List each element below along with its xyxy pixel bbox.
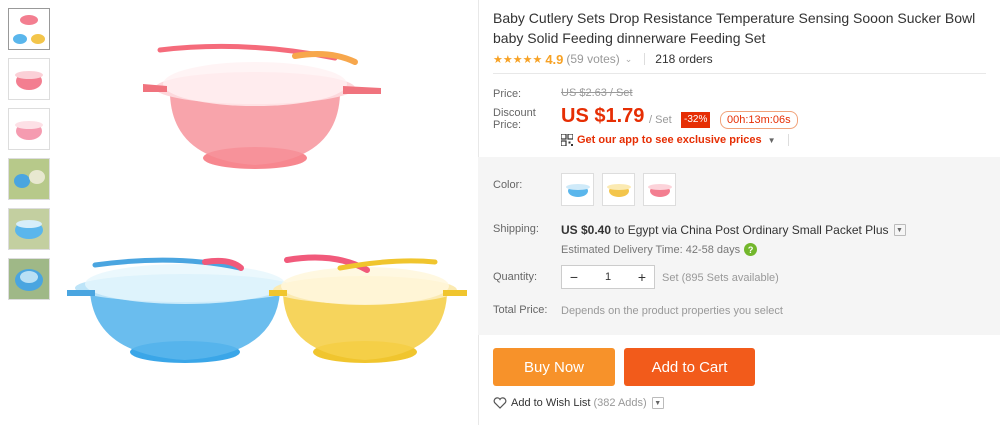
main-product-image[interactable] — [55, 0, 475, 425]
divider — [493, 73, 986, 74]
wish-list-label: Add to Wish List — [511, 397, 591, 409]
quantity-stepper: − 1 + — [561, 265, 655, 289]
caret-down-icon: ▼ — [767, 135, 776, 145]
add-to-wish-list-link[interactable]: Add to Wish List (382 Adds) ▼ — [493, 397, 664, 409]
chevron-down-icon[interactable]: ▼ — [893, 224, 906, 236]
rating-row: ★★★★★ 4.9 (59 votes) ⌄ 218 orders — [493, 51, 713, 67]
thumbnail-5[interactable] — [8, 208, 50, 250]
chevron-down-icon[interactable]: ⌄ — [625, 54, 633, 65]
price-label: Price: — [493, 88, 522, 100]
thumbnail-2[interactable] — [8, 58, 50, 100]
buy-now-button[interactable]: Buy Now — [493, 348, 615, 386]
app-promo-link[interactable]: Get our app to see exclusive prices ▼ — [561, 134, 789, 146]
blue-bowl-image — [67, 257, 317, 363]
discount-badge: -32% — [681, 112, 711, 128]
quantity-decrease-button[interactable]: − — [562, 266, 586, 288]
shipping-route: to Egypt via China Post Ordinary Small P… — [614, 223, 889, 237]
app-promo-text: Get our app to see exclusive prices — [577, 134, 762, 146]
stock-available: Set (895 Sets available) — [662, 272, 779, 284]
total-price-label: Total Price: — [493, 304, 548, 316]
rating-score: 4.9 — [545, 51, 564, 67]
total-price-value: Depends on the product properties you se… — [561, 305, 783, 317]
wish-list-count: (382 Adds) — [593, 397, 647, 409]
shipping-price: US $0.40 — [561, 223, 612, 237]
chevron-down-icon[interactable]: ▼ — [651, 397, 664, 409]
quantity-increase-button[interactable]: + — [630, 266, 654, 288]
quantity-input[interactable]: 1 — [586, 271, 630, 283]
product-title: Baby Cutlery Sets Drop Resistance Temper… — [493, 10, 976, 46]
divider — [644, 53, 646, 65]
discount-price: US $1.79 — [561, 105, 645, 127]
quantity-label: Quantity: — [493, 271, 538, 283]
color-swatch-blue[interactable] — [561, 173, 594, 206]
price-unit: / Set — [649, 114, 672, 126]
pink-bowl-image — [143, 43, 381, 169]
shipping-method[interactable]: US $0.40 to Egypt via China Post Ordinar… — [561, 223, 906, 237]
orders-count: 218 orders — [655, 52, 713, 66]
delivery-estimate-text: Estimated Delivery Time: 42-58 days — [561, 243, 741, 256]
qr-code-icon — [561, 134, 573, 146]
color-swatch-pink[interactable] — [643, 173, 676, 206]
yellow-bowl-image — [269, 254, 467, 363]
rating-votes-link[interactable]: (59 votes) — [566, 52, 619, 66]
countdown-timer: 00h:13m:06s — [720, 111, 798, 129]
thumbnail-4[interactable] — [8, 158, 50, 200]
color-swatches — [561, 173, 684, 206]
add-to-cart-button[interactable]: Add to Cart — [624, 348, 755, 386]
thumbnail-list — [8, 8, 50, 308]
thumbnail-6[interactable] — [8, 258, 50, 300]
product-info-panel: Baby Cutlery Sets Drop Resistance Temper… — [478, 0, 1000, 425]
discount-price-label-2: Price: — [493, 119, 522, 131]
original-price: US $2.63 / Set — [561, 87, 633, 99]
heart-icon — [493, 397, 507, 409]
divider — [787, 134, 789, 146]
color-swatch-yellow[interactable] — [602, 173, 635, 206]
rating-stars-icon: ★★★★★ — [493, 53, 543, 66]
thumbnail-3[interactable] — [8, 108, 50, 150]
thumbnail-1[interactable] — [8, 8, 50, 50]
help-icon[interactable]: ? — [744, 243, 758, 256]
delivery-estimate: Estimated Delivery Time: 42-58 days ? — [561, 243, 758, 256]
product-page: Baby Cutlery Sets Drop Resistance Temper… — [0, 0, 1000, 425]
shipping-label: Shipping: — [493, 223, 539, 235]
color-label: Color: — [493, 179, 523, 191]
